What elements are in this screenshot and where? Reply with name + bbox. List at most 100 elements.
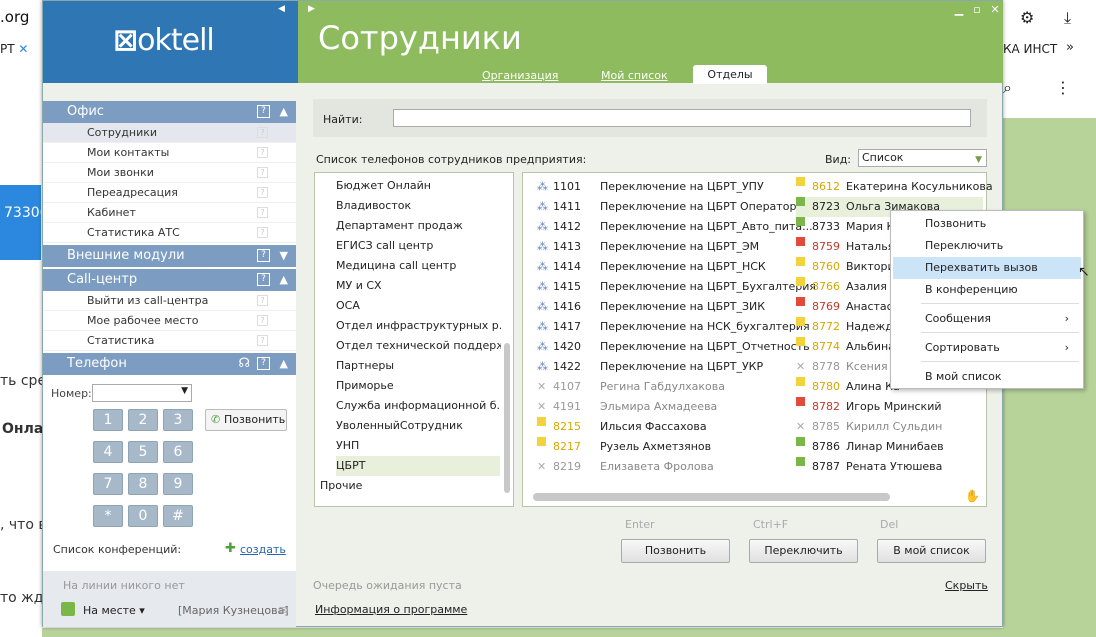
phone-row[interactable]: ✕ 8219 Елизавета Фролова <box>537 457 793 477</box>
phone-list-scrollbar[interactable] <box>533 493 890 501</box>
phone-row[interactable]: ⁂ 1416 Переключение на ЦБРТ_ЗИК <box>537 297 793 317</box>
context-menu-item[interactable]: Перехватить вызов <box>893 257 1081 279</box>
add-to-list-button[interactable]: В мой список <box>877 539 986 563</box>
close-icon[interactable]: ✕ <box>988 3 1002 17</box>
phone-row[interactable]: ⁂ 1422 Переключение на ЦБРТ_УКР <box>537 357 793 377</box>
tree-item[interactable]: УволенныйСотрудник <box>336 416 501 436</box>
tab-organization[interactable]: Организация <box>482 69 558 82</box>
sidebar-call-button[interactable]: ✆ Позвонить <box>205 409 287 431</box>
extension-icon[interactable]: ⚙ <box>1020 8 1034 27</box>
key-4[interactable]: 4 <box>93 441 123 463</box>
tree-item[interactable]: Приморье <box>336 376 501 396</box>
phone-row[interactable]: ⁂ 1420 Переключение на ЦБРТ_Отчетность <box>537 337 810 357</box>
tree-item[interactable]: Прочие <box>320 476 485 496</box>
phone-row[interactable]: ⁂ 1101 Переключение на ЦБРТ_УПУ <box>537 177 793 197</box>
phone-row[interactable]: ✕ 4191 Эльмира Ахмадеева <box>537 397 793 417</box>
more-tabs-icon[interactable]: » <box>1066 40 1074 55</box>
sidebar-item-stats[interactable]: Статистика АТС? <box>43 223 296 243</box>
sidebar-item-employees[interactable]: Сотрудники? <box>43 123 296 143</box>
download-icon[interactable]: ⤓ <box>1064 8 1071 28</box>
section-phone[interactable]: Телефон? ▲ ☊ <box>43 353 296 375</box>
key-1[interactable]: 1 <box>93 409 123 431</box>
phone-row[interactable]: ⁂ 1413 Переключение на ЦБРТ_ЭМ <box>537 237 793 257</box>
tree-item[interactable]: Владивосток <box>336 196 501 216</box>
tab-departments[interactable]: Отделы <box>693 65 767 84</box>
tree-item[interactable]: Отдел инфраструктурных р... <box>336 316 501 336</box>
key-0[interactable]: 0 <box>128 505 158 527</box>
tab-my-list[interactable]: Мой список <box>601 69 668 82</box>
context-menu-item[interactable]: В мой список <box>893 366 1081 388</box>
tree-scrollbar[interactable] <box>504 343 510 493</box>
key-6[interactable]: 6 <box>163 441 193 463</box>
phone-row[interactable]: ⁂ 1415 Переключение на ЦБРТ_Бухгалтерия <box>537 277 816 297</box>
sidebar-item-cabinet[interactable]: Кабинет? <box>43 203 296 223</box>
tree-item[interactable]: Бюджет Онлайн <box>336 176 501 196</box>
mail-icon[interactable]: ✉ <box>279 604 288 617</box>
key-hash[interactable]: # <box>163 505 193 527</box>
tree-item[interactable]: Медицина call центр <box>336 256 501 276</box>
phone-row[interactable]: ⁂ 1414 Переключение на ЦБРТ_НСК <box>537 257 793 277</box>
tree-item[interactable]: УНП <box>336 436 501 456</box>
collapse-left-icon[interactable]: ◀ <box>278 4 285 14</box>
search-icon[interactable]: ⌕ <box>1003 78 1012 98</box>
tree-item[interactable]: МУ и СХ <box>336 276 501 296</box>
call-button[interactable]: Позвонить <box>621 539 730 563</box>
key-star[interactable]: * <box>93 505 123 527</box>
phone-row[interactable]: ⁂ 1417 Переключение на НСК_бухгалтерия <box>537 317 810 337</box>
view-select[interactable]: Список ▼ <box>858 149 987 167</box>
key-2[interactable]: 2 <box>128 409 158 431</box>
tree-item[interactable]: Департамент продаж <box>336 216 501 236</box>
sidebar-item-calls[interactable]: Мои звонки? <box>43 163 296 183</box>
maximize-icon[interactable]: ▫ <box>970 3 984 17</box>
expand-icon[interactable]: ▶ <box>308 4 315 14</box>
context-menu-item[interactable]: Сообщения › <box>893 308 1081 330</box>
hotkey-label: Enter <box>625 518 655 531</box>
presence-select[interactable]: На месте ▾ <box>83 604 145 617</box>
context-menu-item[interactable]: В конференцию <box>893 279 1081 301</box>
phone-row[interactable]: ✕ 4107 Регина Габдулхакова <box>537 377 793 397</box>
sidebar-item-exit-cc[interactable]: Выйти из call-центра? <box>43 291 296 311</box>
group-icon: ⁂ <box>537 280 548 293</box>
sidebar-item-contacts[interactable]: Мои контакты? <box>43 143 296 163</box>
tree-item[interactable]: Служба информационной б... <box>336 396 501 416</box>
context-menu-item[interactable]: Сортировать › <box>893 337 1081 359</box>
about-link[interactable]: Информация о программе <box>315 603 467 616</box>
tree-item[interactable]: Партнеры <box>336 356 501 376</box>
key-3[interactable]: 3 <box>163 409 193 431</box>
phone-number: 8215 <box>553 420 581 433</box>
phone-row[interactable]: 8787 Рената Утюшева <box>796 457 983 477</box>
phone-row[interactable]: ⁂ 1412 Переключение на ЦБРТ_Авто_пита... <box>537 217 813 237</box>
context-menu-item[interactable]: Позвонить <box>893 213 1081 235</box>
phone-row[interactable]: 8217 Рузель Ахметзянов <box>537 437 793 457</box>
search-input[interactable] <box>393 109 971 127</box>
hide-link[interactable]: Скрыть <box>945 579 988 592</box>
number-select[interactable]: ▼ <box>92 384 192 402</box>
sidebar-item-workplace[interactable]: Мое рабочее место? <box>43 311 296 331</box>
section-modules[interactable]: Внешние модули? ▼ <box>43 245 296 267</box>
phone-row[interactable]: 8786 Линар Минибаев <box>796 437 983 457</box>
section-office[interactable]: Офис? ▲ <box>43 101 296 123</box>
key-5[interactable]: 5 <box>128 441 158 463</box>
phone-row[interactable]: 8215 Ильсия Фассахова <box>537 417 793 437</box>
tree-item[interactable]: ОСА <box>336 296 501 316</box>
tree-item[interactable]: Отдел технической поддерж... <box>336 336 501 356</box>
switch-button[interactable]: Переключить <box>749 539 858 563</box>
key-8[interactable]: 8 <box>128 473 158 495</box>
tree-item[interactable]: ЕГИСЗ call центр <box>336 236 501 256</box>
create-conference-link[interactable]: создать <box>240 543 286 556</box>
minimize-icon[interactable]: ▁ <box>952 3 966 17</box>
sidebar-item-forwarding[interactable]: Переадресация? <box>43 183 296 203</box>
phone-row[interactable]: ✕ 8785 Кирилл Сульдин <box>796 417 983 437</box>
phone-row[interactable]: 8612 Екатерина Косульникова <box>796 177 993 197</box>
section-callcenter[interactable]: Call-центр? ▲ <box>43 269 296 291</box>
key-7[interactable]: 7 <box>93 473 123 495</box>
phone-row[interactable]: 8782 Игорь Мринский <box>796 397 983 417</box>
phone-row[interactable]: ⁂ 1411 Переключение на ЦБРТ Операторы <box>537 197 805 217</box>
context-menu-item[interactable]: Переключить <box>893 235 1081 257</box>
menu-icon[interactable]: ⋮ <box>1055 78 1071 97</box>
phone-number: 8787 <box>812 460 840 473</box>
key-9[interactable]: 9 <box>163 473 193 495</box>
phone-number: 1413 <box>553 240 581 253</box>
tree-item[interactable]: ЦБРТ <box>336 456 500 476</box>
sidebar-item-cc-stats[interactable]: Статистика? <box>43 331 296 351</box>
